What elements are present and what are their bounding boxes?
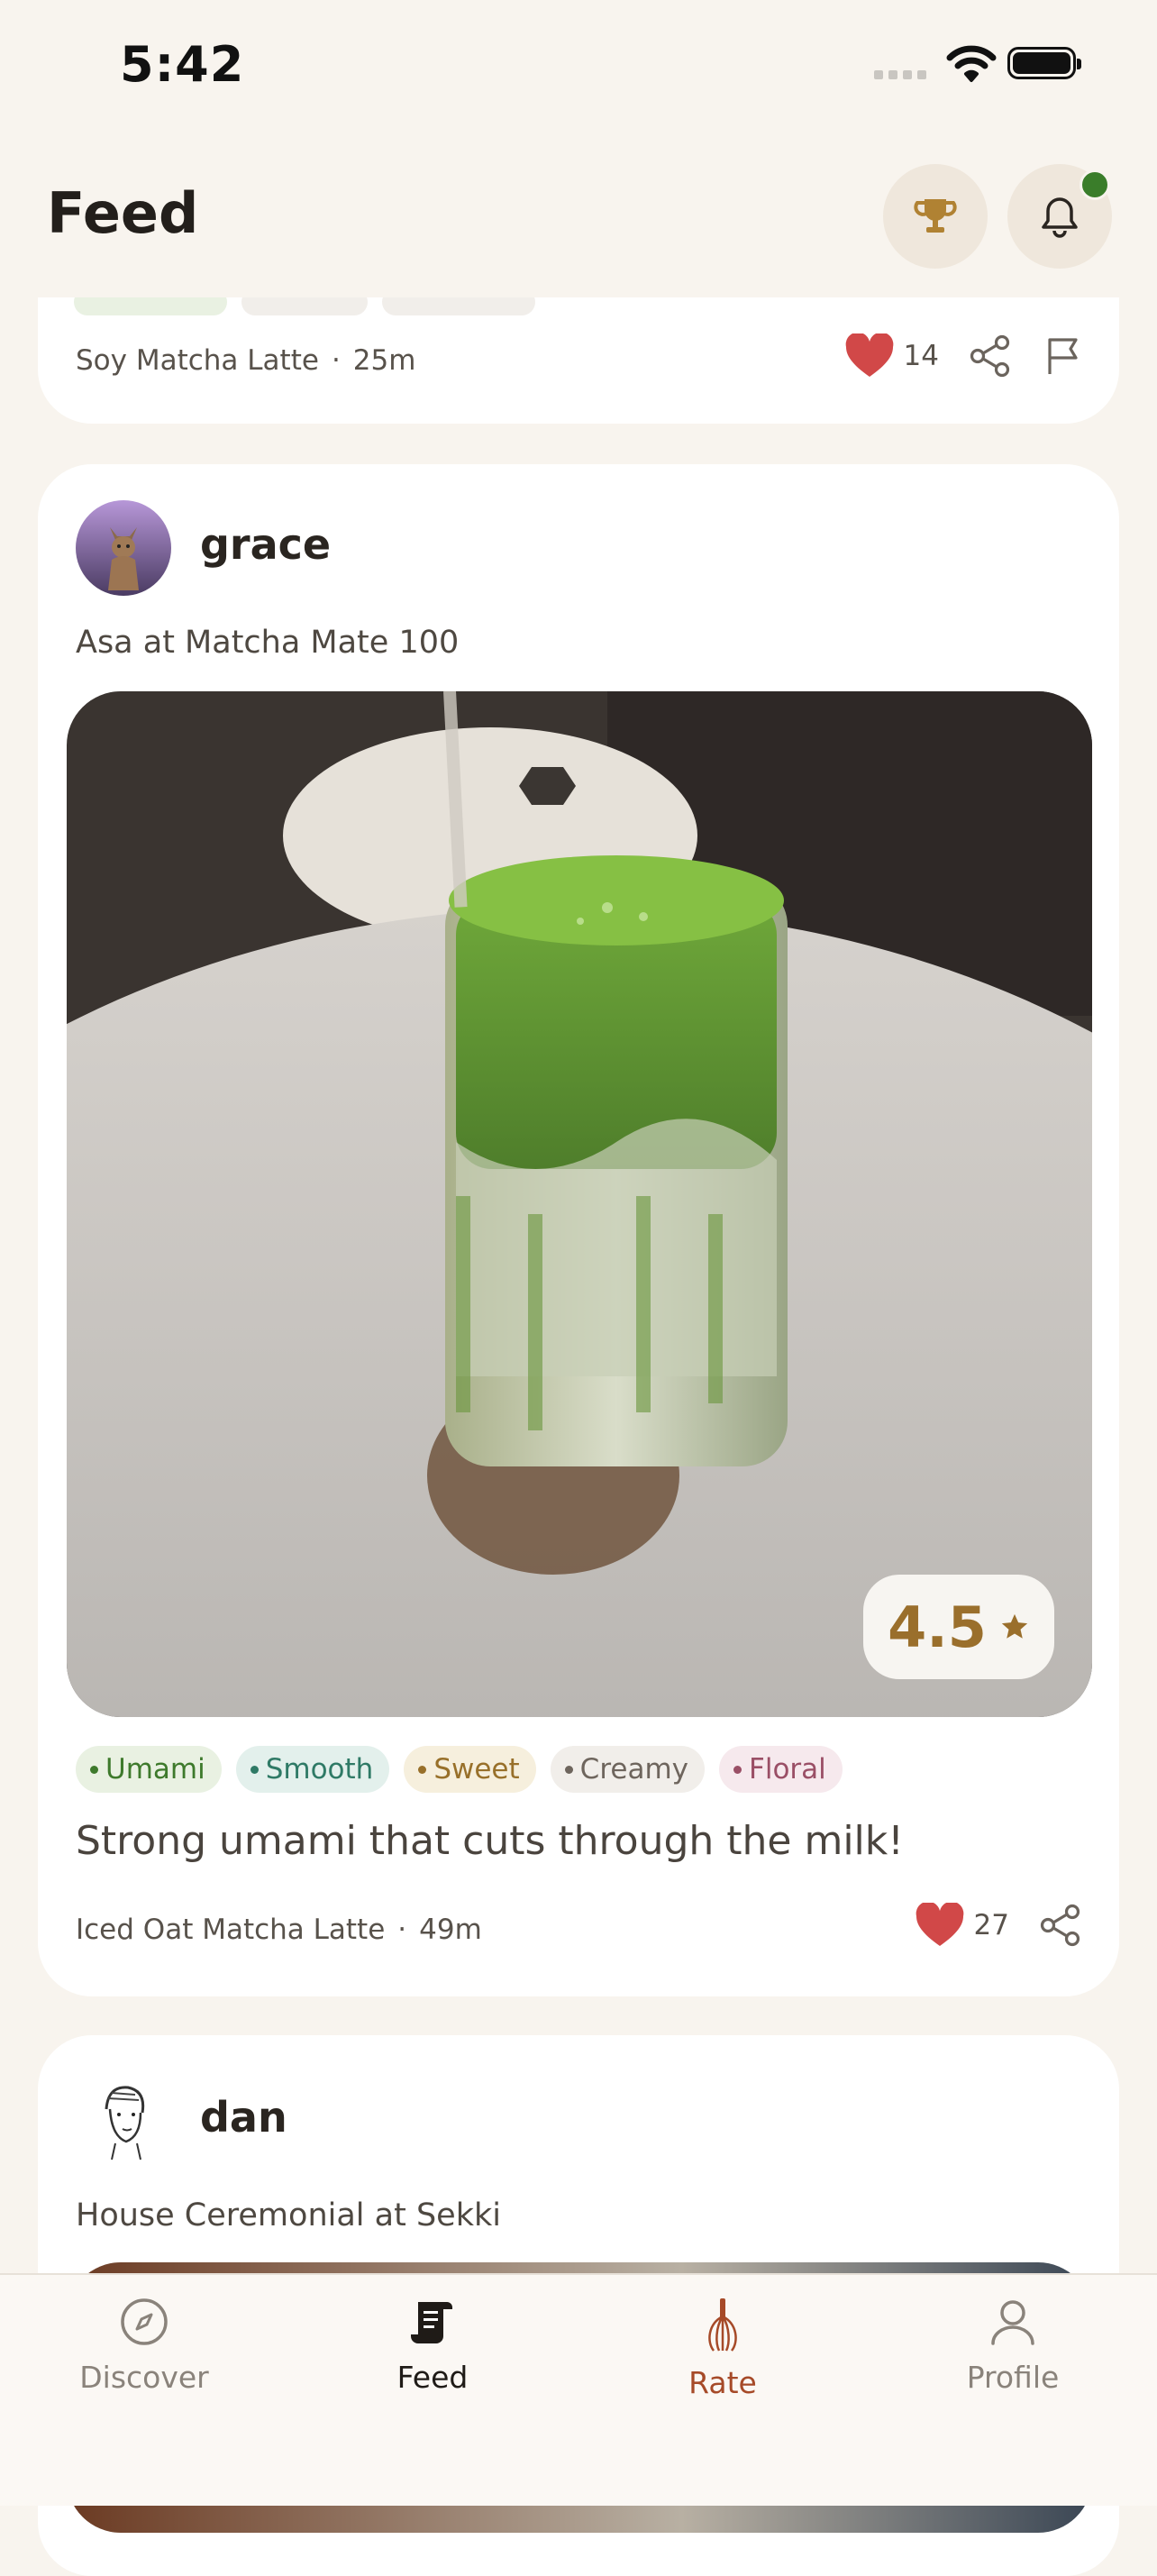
post-card: grace Asa at Matcha Mate 100 4.5 Umami S… — [38, 464, 1119, 1996]
post-username[interactable]: dan — [200, 2093, 287, 2142]
compass-icon — [121, 2298, 168, 2345]
post-age: 49m — [419, 1914, 482, 1946]
like-count: 27 — [973, 1909, 1009, 1941]
post-actions: 14 — [844, 333, 1081, 379]
tab-label: Profile — [966, 2360, 1060, 2395]
cellular-signal-icon — [874, 70, 926, 79]
tab-label: Rate — [688, 2365, 757, 2400]
star-icon — [1001, 1613, 1028, 1639]
header: Feed — [0, 135, 1157, 297]
rating-value: 4.5 — [888, 1594, 987, 1660]
drink-location[interactable]: Asa at Matcha Mate 100 — [76, 625, 459, 661]
tab-rate[interactable]: Rate — [624, 2297, 822, 2400]
tab-bar: Discover Feed Rate Profile — [0, 2273, 1157, 2506]
post-username[interactable]: grace — [200, 520, 331, 569]
tab-feed[interactable]: Feed — [333, 2297, 532, 2395]
post-age: 25m — [352, 344, 416, 377]
avatar[interactable] — [76, 500, 171, 596]
drink-name: Soy Matcha Latte — [76, 344, 319, 377]
tag-umami[interactable]: Umami — [76, 1746, 222, 1793]
notification-badge — [1080, 169, 1110, 200]
heart-icon — [916, 1903, 963, 1946]
status-bar: 5:42 — [0, 0, 1157, 135]
tag-creamy[interactable]: Creamy — [550, 1746, 705, 1793]
review-text: Strong umami that cuts through the milk! — [76, 1818, 904, 1864]
rating-badge: 4.5 — [863, 1575, 1054, 1679]
battery-icon — [1007, 47, 1081, 79]
tag-smooth[interactable]: Smooth — [235, 1746, 390, 1793]
tag-list: Umami Smooth Sweet Creamy Floral — [76, 1746, 843, 1793]
tag-sweet[interactable]: Sweet — [404, 1746, 536, 1793]
share-icon[interactable] — [970, 334, 1011, 378]
bell-icon — [1042, 197, 1078, 238]
tab-profile[interactable]: Profile — [914, 2297, 1112, 2395]
post-photo[interactable]: 4.5 — [67, 691, 1092, 1717]
wifi-icon — [946, 45, 997, 82]
tag-floral[interactable]: Floral — [719, 1746, 843, 1793]
drink-location[interactable]: House Ceremonial at Sekki — [76, 2197, 501, 2233]
page-title: Feed — [47, 180, 199, 246]
leaderboard-button[interactable] — [883, 164, 988, 269]
tab-discover[interactable]: Discover — [45, 2297, 243, 2395]
whisk-icon — [708, 2298, 737, 2352]
heart-icon — [845, 333, 893, 377]
status-time: 5:42 — [120, 36, 245, 93]
like-count: 14 — [903, 340, 939, 372]
drink-name: Iced Oat Matcha Latte — [76, 1914, 386, 1946]
post-meta: Soy Matcha Latte · 25m — [76, 344, 416, 377]
scroll-icon — [411, 2302, 452, 2343]
post-actions: 27 — [915, 1903, 1081, 1948]
like-button[interactable]: 14 — [844, 333, 939, 379]
tab-label: Discover — [79, 2360, 209, 2395]
post-meta: Iced Oat Matcha Latte · 49m — [76, 1914, 482, 1946]
person-icon — [991, 2300, 1034, 2345]
avatar[interactable] — [76, 2073, 171, 2169]
tab-label: Feed — [396, 2360, 469, 2395]
like-button[interactable]: 27 — [915, 1903, 1009, 1948]
trophy-icon — [914, 199, 957, 233]
share-icon[interactable] — [1040, 1904, 1081, 1947]
report-flag-icon[interactable] — [1045, 336, 1081, 376]
